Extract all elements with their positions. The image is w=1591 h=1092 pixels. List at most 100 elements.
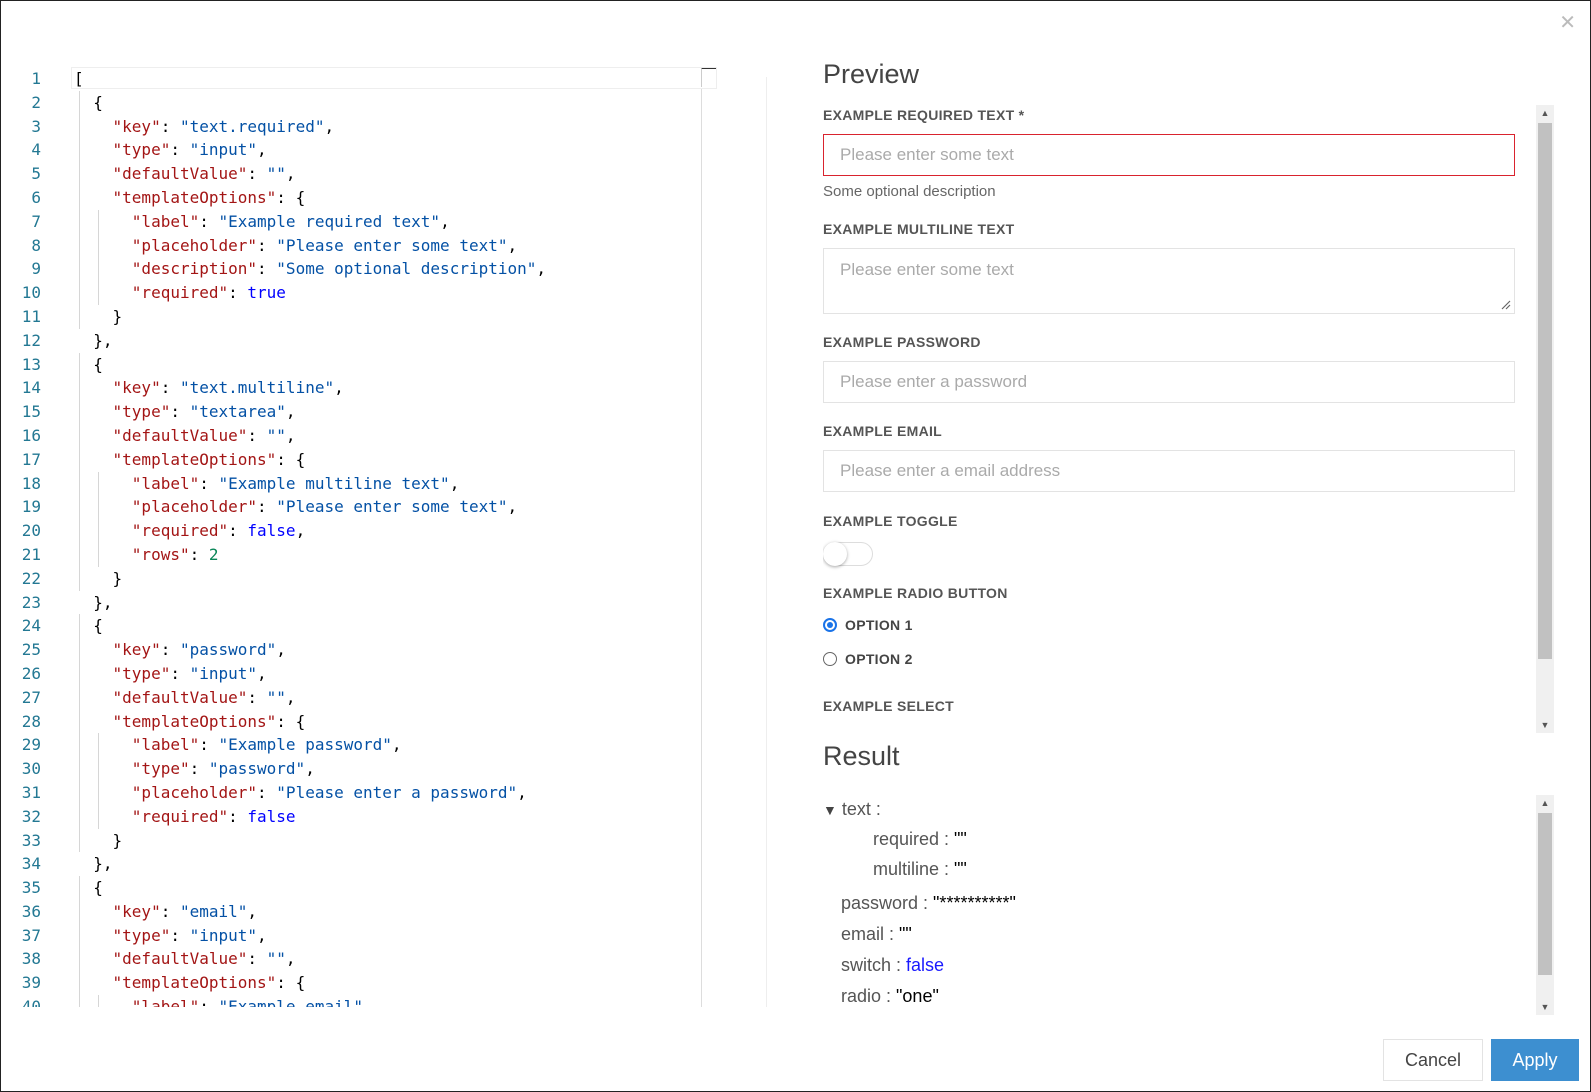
- code-token: :: [189, 544, 209, 564]
- code-line[interactable]: 4 "type": "input",: [1, 138, 721, 163]
- code-token: "templateOptions": [112, 187, 277, 207]
- code-token: ,: [257, 140, 267, 160]
- code-line[interactable]: 38 "defaultValue": "",: [1, 947, 721, 972]
- code-token: "Example password": [218, 735, 392, 755]
- code-line[interactable]: 32 "required": false: [1, 804, 721, 829]
- code-token: "label": [131, 473, 200, 493]
- multiline-text-input[interactable]: Please enter some text: [823, 248, 1515, 314]
- required-text-input[interactable]: Please enter some text: [823, 134, 1515, 176]
- code-line[interactable]: 36 "key": "email",: [1, 899, 721, 924]
- code-token: :: [199, 735, 219, 755]
- preview-scrollbar[interactable]: ▲ ▼: [1536, 105, 1554, 733]
- preview-scrollbar-thumb[interactable]: [1538, 123, 1552, 659]
- code-token: {: [74, 354, 103, 374]
- line-number: 29: [21, 735, 41, 755]
- code-text: {: [74, 91, 103, 115]
- code-token: :: [170, 925, 190, 945]
- line-number: 2: [31, 92, 41, 112]
- radio-unchecked-icon[interactable]: [823, 652, 837, 666]
- code-text: "key": "email",: [74, 900, 258, 924]
- result-text-key: text :: [841, 799, 881, 819]
- triangle-down-icon[interactable]: ▼: [823, 802, 837, 818]
- code-line[interactable]: 33 }: [1, 828, 721, 853]
- code-line[interactable]: 28 "templateOptions": {: [1, 709, 721, 734]
- apply-button[interactable]: Apply: [1491, 1039, 1579, 1081]
- result-email-value: "": [899, 924, 912, 944]
- code-line[interactable]: 34 },: [1, 852, 721, 876]
- code-text: "placeholder": "Please enter some text",: [74, 495, 517, 519]
- code-line[interactable]: 16 "defaultValue": "",: [1, 423, 721, 448]
- password-input[interactable]: Please enter a password: [823, 361, 1515, 403]
- code-line[interactable]: 9 "description": "Some optional descript…: [1, 257, 721, 282]
- scroll-up-icon[interactable]: ▲: [1536, 105, 1554, 121]
- code-line[interactable]: 24 {: [1, 614, 721, 639]
- code-line[interactable]: 31 "placeholder": "Please enter a passwo…: [1, 780, 721, 805]
- radio-option-1[interactable]: OPTION 1: [823, 617, 913, 633]
- code-line[interactable]: 27 "defaultValue": "",: [1, 685, 721, 710]
- pane-divider: [766, 77, 767, 1007]
- code-line[interactable]: 26 "type": "input",: [1, 661, 721, 686]
- line-number: 8: [31, 235, 41, 255]
- code-line[interactable]: 6 "templateOptions": {: [1, 185, 721, 210]
- scroll-down-icon[interactable]: ▼: [1536, 717, 1554, 733]
- code-line[interactable]: 13 {: [1, 352, 721, 377]
- cancel-button[interactable]: Cancel: [1383, 1039, 1483, 1081]
- code-line[interactable]: 22 }: [1, 566, 721, 591]
- code-token: }: [74, 306, 123, 326]
- code-line[interactable]: 25 "key": "password",: [1, 638, 721, 662]
- code-line[interactable]: 1[: [1, 67, 721, 91]
- code-line[interactable]: 21 "rows": 2: [1, 542, 721, 567]
- code-line[interactable]: 23 },: [1, 591, 721, 615]
- code-line[interactable]: 30 "type": "password",: [1, 757, 721, 781]
- code-token: : {: [276, 711, 306, 731]
- code-line[interactable]: 10 "required": true: [1, 281, 721, 305]
- resize-grip-icon[interactable]: [1501, 300, 1511, 310]
- code-line[interactable]: 15 "type": "textarea",: [1, 400, 721, 424]
- code-line[interactable]: 35 {: [1, 876, 721, 900]
- code-token: :: [199, 211, 219, 231]
- code-line[interactable]: 20 "required": false,: [1, 519, 721, 543]
- scroll-up-icon[interactable]: ▲: [1536, 795, 1554, 811]
- radio-option-2[interactable]: OPTION 2: [823, 651, 913, 667]
- code-token: ,: [257, 925, 267, 945]
- email-input[interactable]: Please enter a email address: [823, 450, 1515, 492]
- code-text: }: [74, 829, 123, 853]
- code-token: ,: [440, 211, 450, 231]
- radio-checked-icon[interactable]: [823, 618, 837, 632]
- result-text-node[interactable]: ▼ text :: [823, 799, 881, 820]
- code-line[interactable]: 29 "label": "Example password",: [1, 733, 721, 758]
- code-line[interactable]: 2 {: [1, 90, 721, 115]
- scroll-down-icon[interactable]: ▼: [1536, 999, 1554, 1015]
- close-icon[interactable]: ✕: [1559, 13, 1576, 33]
- code-line[interactable]: 40 "label": "Example email": [1, 995, 721, 1007]
- code-line[interactable]: 12 },: [1, 329, 721, 353]
- json-code-editor[interactable]: 1[2 {3 "key": "text.required", 4 "type": …: [1, 67, 721, 1007]
- code-line[interactable]: 7 "label": "Example required text",: [1, 209, 721, 234]
- code-token: : {: [276, 973, 306, 993]
- result-scrollbar[interactable]: ▲ ▼: [1536, 795, 1554, 1015]
- code-lines: 1[2 {3 "key": "text.required", 4 "type": …: [1, 67, 721, 1007]
- code-line[interactable]: 39 "templateOptions": {: [1, 971, 721, 996]
- code-line[interactable]: 37 "type": "input",: [1, 923, 721, 948]
- result-required-row: required : "": [873, 829, 967, 850]
- code-line[interactable]: 8 "placeholder": "Please enter some text…: [1, 233, 721, 258]
- code-token: "type": [112, 925, 171, 945]
- code-token: "input": [189, 663, 258, 683]
- code-line[interactable]: 3 "key": "text.required",: [1, 114, 721, 139]
- line-number: 22: [21, 568, 41, 588]
- code-line[interactable]: 5 "defaultValue": "",: [1, 162, 721, 186]
- result-title: Result: [823, 741, 900, 771]
- code-line[interactable]: 11 }: [1, 304, 721, 329]
- result-scrollbar-thumb[interactable]: [1538, 813, 1552, 975]
- password-label: EXAMPLE PASSWORD: [823, 334, 981, 350]
- example-toggle-switch[interactable]: [823, 542, 873, 566]
- code-line[interactable]: 14 "key": "text.multiline",: [1, 376, 721, 401]
- code-line[interactable]: 18 "label": "Example multiline text",: [1, 471, 721, 496]
- code-line[interactable]: 19 "placeholder": "Please enter some tex…: [1, 495, 721, 520]
- code-line[interactable]: 17 "templateOptions": {: [1, 447, 721, 472]
